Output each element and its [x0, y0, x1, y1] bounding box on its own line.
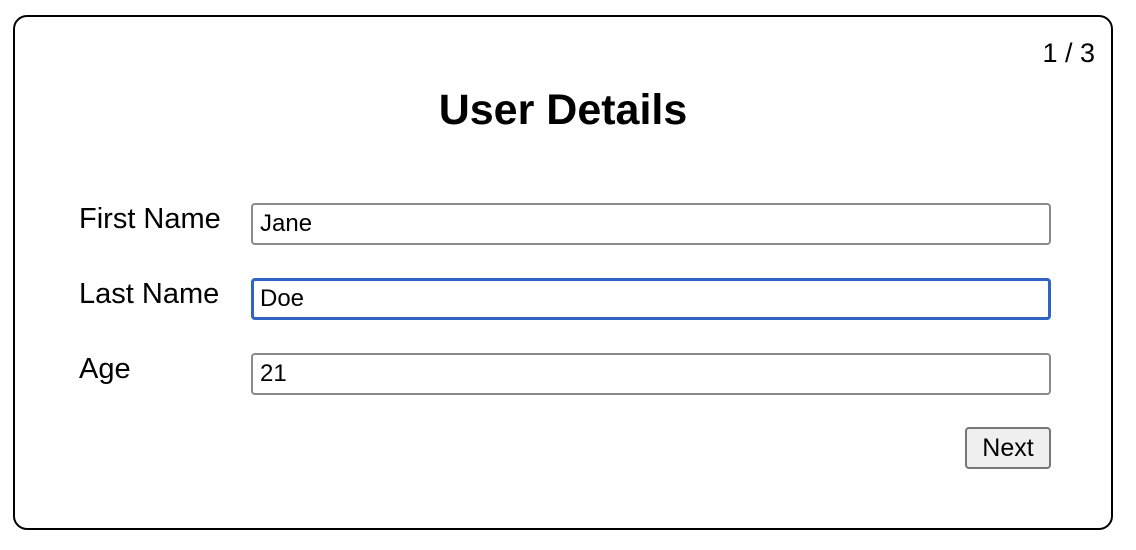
first-name-label: First Name: [79, 203, 221, 235]
last-name-input[interactable]: [251, 278, 1051, 320]
age-label: Age: [79, 353, 131, 385]
first-name-input[interactable]: [251, 203, 1051, 245]
last-name-label: Last Name: [79, 278, 220, 310]
user-details-card: 1 / 3 User Details First Name Last Name …: [13, 15, 1113, 530]
page-indicator: 1 / 3: [1042, 38, 1095, 68]
page-title: User Details: [438, 86, 688, 134]
next-button[interactable]: Next: [965, 427, 1051, 469]
age-row: Age: [15, 353, 1111, 395]
first-name-row: First Name: [15, 203, 1111, 245]
age-input[interactable]: [251, 353, 1051, 395]
last-name-row: Last Name: [15, 278, 1111, 320]
